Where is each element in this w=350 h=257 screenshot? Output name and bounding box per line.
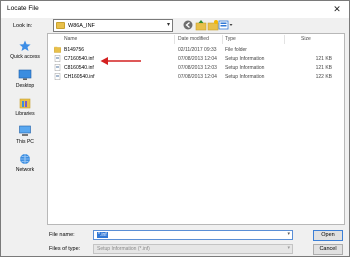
star-icon — [18, 40, 32, 52]
sidebar-item-label: Desktop — [15, 83, 35, 89]
folder-icon — [56, 22, 65, 29]
sidebar-item-label: This PC — [16, 139, 34, 145]
open-button[interactable]: Open — [313, 230, 343, 241]
sidebar-item-quick-access[interactable]: Quick access — [4, 40, 46, 60]
table-row[interactable]: B149756 02/11/2017 09:33 File folder — [48, 46, 344, 54]
file-name: CH160540.inf — [64, 74, 95, 80]
column-divider — [174, 35, 175, 44]
folder-icon — [54, 46, 61, 53]
file-type-value: Setup Information (*.inf) — [97, 246, 150, 252]
sidebar-item-this-pc[interactable]: This PC — [4, 125, 46, 145]
file-name-input[interactable]: *.inf — [97, 232, 108, 238]
file-type: Setup Information — [225, 74, 265, 80]
file-size: 121 KB — [315, 56, 332, 62]
desktop-icon — [18, 69, 32, 81]
cancel-button[interactable]: Cancel — [313, 244, 343, 255]
file-name-combo[interactable]: *.inf ▾ — [93, 230, 293, 240]
file-date: 07/08/2013 12:04 — [178, 56, 217, 62]
file-name: C8160540.inf — [64, 65, 94, 71]
column-header-name[interactable]: Name — [64, 36, 77, 42]
file-date: 02/11/2017 09:33 — [178, 47, 217, 53]
annotation-arrow — [100, 57, 141, 65]
places-sidebar: Quick access Desktop Libraries This PC N… — [4, 36, 46, 226]
table-row[interactable]: CH160540.inf 07/08/2013 12:04 Setup Info… — [48, 73, 344, 81]
sidebar-item-libraries[interactable]: Libraries — [4, 97, 46, 117]
file-type-label: Files of type: — [49, 246, 81, 252]
computer-icon — [18, 125, 32, 137]
libraries-icon — [18, 97, 32, 109]
setup-file-icon — [54, 64, 61, 71]
file-type: File folder — [225, 47, 247, 53]
file-name-label: File name: — [49, 232, 75, 238]
title-bar: Locate File ✕ — [1, 1, 349, 18]
column-header-size[interactable]: Size — [301, 36, 311, 42]
look-in-combo[interactable]: W86A_INF ▾ — [53, 19, 173, 32]
table-row[interactable]: C8160540.inf 07/08/2013 12:03 Setup Info… — [48, 64, 344, 72]
file-list[interactable]: Name Date modified Type Size B149756 02/… — [47, 33, 345, 225]
sidebar-item-label: Network — [15, 167, 35, 173]
file-type: Setup Information — [225, 56, 265, 62]
file-size: 121 KB — [315, 65, 332, 71]
file-date: 07/08/2013 12:03 — [178, 65, 217, 71]
up-folder-icon[interactable] — [195, 18, 207, 32]
chevron-down-icon[interactable]: ▾ — [167, 21, 170, 28]
file-name: B149756 — [64, 47, 85, 53]
column-divider — [284, 35, 285, 44]
column-header-date[interactable]: Date modified — [178, 36, 209, 42]
table-row[interactable]: C7160540.inf 07/08/2013 12:04 Setup Info… — [48, 55, 344, 63]
column-divider — [222, 35, 223, 44]
sidebar-item-label: Quick access — [10, 54, 40, 60]
network-icon — [18, 153, 32, 165]
locate-file-dialog: Locate File ✕ Look in: W86A_INF ▾ Quick … — [0, 0, 350, 257]
window-title: Locate File — [7, 5, 39, 12]
view-menu-icon[interactable] — [218, 18, 234, 32]
sidebar-item-network[interactable]: Network — [4, 153, 46, 173]
file-date: 07/08/2013 12:04 — [178, 74, 217, 80]
chevron-down-icon[interactable]: ▾ — [287, 231, 290, 237]
chevron-down-icon[interactable]: ▾ — [287, 245, 290, 251]
back-icon[interactable] — [182, 18, 194, 32]
setup-file-icon — [54, 55, 61, 62]
file-size: 122 KB — [315, 74, 332, 80]
look-in-value: W86A_INF — [68, 23, 95, 29]
setup-file-icon — [54, 73, 61, 80]
column-header-type[interactable]: Type — [225, 36, 236, 42]
close-icon[interactable]: ✕ — [331, 3, 343, 15]
sidebar-item-label: Libraries — [15, 111, 35, 117]
file-type: Setup Information — [225, 65, 265, 71]
sidebar-item-desktop[interactable]: Desktop — [4, 69, 46, 89]
file-type-select[interactable]: Setup Information (*.inf) ▾ — [93, 244, 293, 254]
look-in-label: Look in: — [13, 23, 33, 29]
file-name: C7160540.inf — [64, 56, 94, 62]
